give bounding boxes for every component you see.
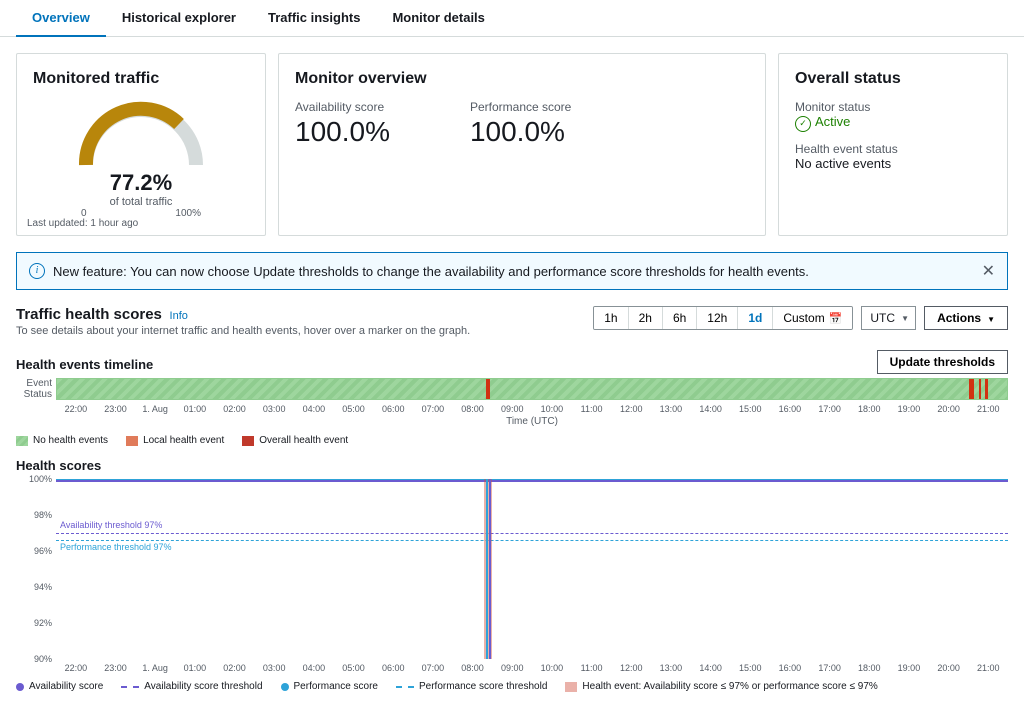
info-link[interactable]: Info xyxy=(170,310,188,322)
range-12h[interactable]: 12h xyxy=(697,307,738,329)
timeline-event-marker xyxy=(486,379,490,399)
timeline-chart[interactable]: Event Status 22:0023:001. Aug01:0002:000… xyxy=(56,378,1008,427)
gauge-value: 77.2% xyxy=(33,170,249,196)
y-tick: 90% xyxy=(34,654,52,664)
y-tick: 100% xyxy=(29,474,52,484)
update-thresholds-button[interactable]: Update thresholds xyxy=(877,350,1008,374)
legend-label: Availability score xyxy=(29,681,103,692)
time-range-group: 1h 2h 6h 12h 1d Custom📅 xyxy=(593,306,853,330)
timeline-event-marker xyxy=(969,379,974,399)
performance-threshold-line xyxy=(56,540,1008,541)
tab-historical-explorer[interactable]: Historical explorer xyxy=(106,0,252,36)
range-6h[interactable]: 6h xyxy=(663,307,697,329)
availability-label: Availability score xyxy=(295,100,390,114)
scores-chart[interactable]: 100% 98% 96% 94% 92% 90% Availability th… xyxy=(56,479,1008,659)
card-title: Monitor overview xyxy=(295,70,749,88)
timeline-x-axis: 22:0023:001. Aug01:0002:0003:0004:0005:0… xyxy=(56,404,1008,414)
last-updated: Last updated: 1 hour ago xyxy=(27,218,138,229)
banner-text: New feature: You can now choose Update t… xyxy=(53,264,809,279)
performance-threshold-label: Performance threshold 97% xyxy=(60,542,172,552)
range-custom[interactable]: Custom📅 xyxy=(773,307,852,329)
calendar-icon: 📅 xyxy=(829,313,843,325)
availability-value: 100.0% xyxy=(295,116,390,148)
legend-swatch xyxy=(242,436,254,446)
gauge-max: 100% xyxy=(175,208,201,219)
y-tick: 94% xyxy=(34,582,52,592)
timeline-event-marker xyxy=(985,379,988,399)
tab-traffic-insights[interactable]: Traffic insights xyxy=(252,0,376,36)
legend-label: Performance score threshold xyxy=(419,681,547,692)
timezone-select[interactable]: UTC xyxy=(861,306,916,330)
timeline-title: Health events timeline xyxy=(16,357,153,372)
y-tick: 98% xyxy=(34,510,52,520)
range-2h[interactable]: 2h xyxy=(629,307,663,329)
tab-monitor-details[interactable]: Monitor details xyxy=(376,0,500,36)
performance-value: 100.0% xyxy=(470,116,571,148)
legend-swatch xyxy=(16,436,28,446)
card-monitored-traffic: Monitored traffic 77.2% of total traffic… xyxy=(16,53,266,236)
availability-threshold-line xyxy=(56,533,1008,534)
legend-label: No health events xyxy=(33,435,108,446)
monitor-status-label: Monitor status xyxy=(795,100,991,114)
scores-title: Health scores xyxy=(16,458,1008,473)
section-subtitle: To see details about your internet traff… xyxy=(16,325,470,337)
section-title: Traffic health scores xyxy=(16,306,162,323)
timeline-legend: No health events Local health event Over… xyxy=(16,435,1008,446)
legend-swatch xyxy=(126,436,138,446)
y-tick: 92% xyxy=(34,618,52,628)
health-status-label: Health event status xyxy=(795,142,991,156)
score-dip xyxy=(486,479,488,659)
legend-swatch xyxy=(281,683,289,691)
scores-legend: Availability score Availability score th… xyxy=(16,681,1008,692)
actions-button[interactable]: Actions▼ xyxy=(924,306,1008,330)
legend-swatch xyxy=(565,682,577,692)
health-status-value: No active events xyxy=(795,156,991,171)
legend-swatch xyxy=(16,683,24,691)
score-dip xyxy=(489,479,491,659)
timeline-row-label: Event Status xyxy=(16,378,52,400)
timeline-axis-title: Time (UTC) xyxy=(56,416,1008,427)
section-traffic-health: Traffic health scores Info To see detail… xyxy=(16,306,1008,692)
legend-label: Local health event xyxy=(143,435,224,446)
legend-label: Health event: Availability score ≤ 97% o… xyxy=(582,681,877,692)
availability-threshold-label: Availability threshold 97% xyxy=(60,520,162,530)
tab-overview[interactable]: Overview xyxy=(16,0,106,37)
gauge-subtitle: of total traffic xyxy=(33,196,249,208)
legend-swatch xyxy=(396,686,414,688)
range-1h[interactable]: 1h xyxy=(594,307,628,329)
gauge-icon xyxy=(71,100,211,170)
legend-label: Overall health event xyxy=(259,435,348,446)
performance-label: Performance score xyxy=(470,100,571,114)
card-monitor-overview: Monitor overview Availability score 100.… xyxy=(278,53,766,236)
tabs: Overview Historical explorer Traffic ins… xyxy=(0,0,1024,37)
timeline-event-marker xyxy=(979,379,982,399)
card-title: Monitored traffic xyxy=(33,70,249,88)
legend-swatch xyxy=(121,686,139,688)
card-title: Overall status xyxy=(795,70,991,88)
range-1d[interactable]: 1d xyxy=(738,307,773,329)
y-tick: 96% xyxy=(34,546,52,556)
info-icon: i xyxy=(29,263,45,279)
legend-label: Performance score xyxy=(294,681,378,692)
card-overall-status: Overall status Monitor status Active Hea… xyxy=(778,53,1008,236)
legend-label: Availability score threshold xyxy=(144,681,262,692)
availability-line xyxy=(56,480,1008,482)
info-banner: i New feature: You can now choose Update… xyxy=(16,252,1008,290)
chevron-down-icon: ▼ xyxy=(987,315,995,324)
scores-x-axis: 22:0023:001. Aug01:0002:0003:0004:0005:0… xyxy=(56,663,1008,673)
monitor-status-value: Active xyxy=(795,114,991,132)
close-icon[interactable]: ✕ xyxy=(982,261,995,281)
